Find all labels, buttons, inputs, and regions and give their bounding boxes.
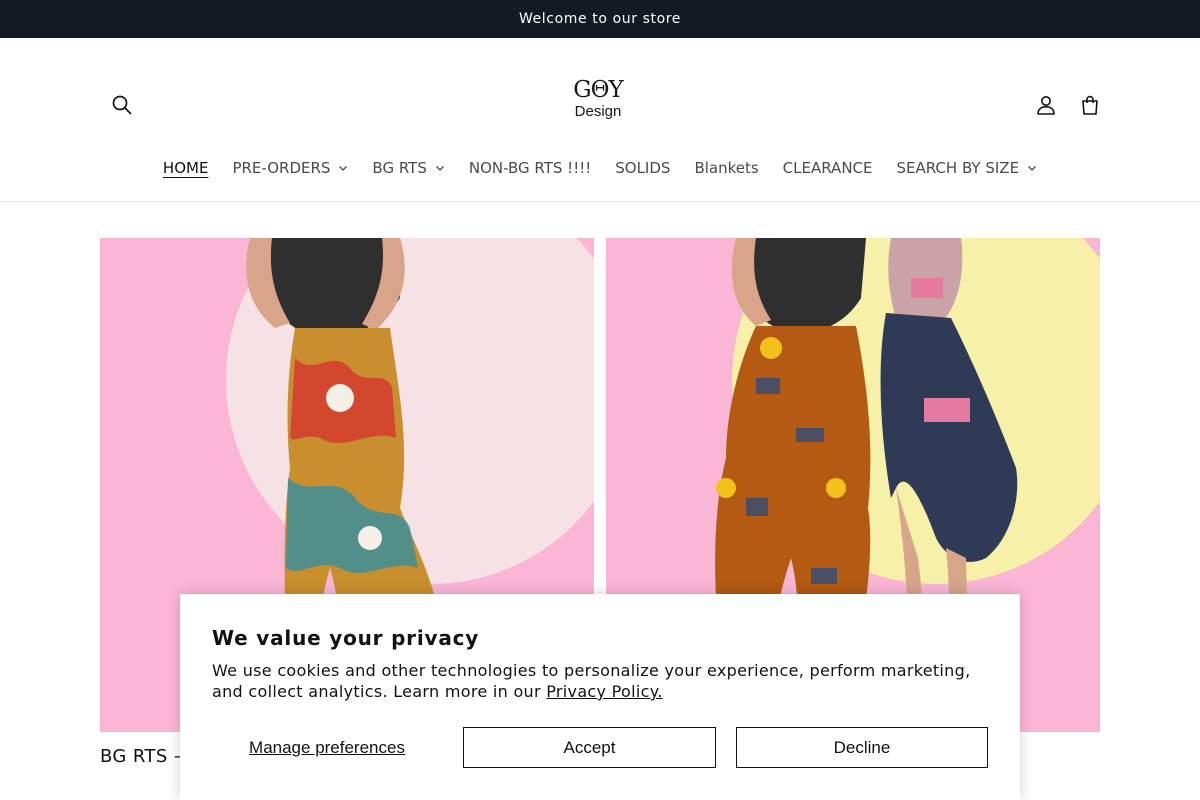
- nav-item-label: SEARCH BY SIZE: [896, 159, 1020, 177]
- account-button[interactable]: [1026, 85, 1066, 125]
- chevron-down-icon: [1028, 166, 1037, 171]
- nav-item-clearance[interactable]: CLEARANCE: [771, 159, 885, 177]
- cart-button[interactable]: [1070, 85, 1110, 125]
- cookie-consent-banner: We value your privacy We use cookies and…: [180, 594, 1020, 800]
- logo-subtitle: Design: [574, 103, 622, 120]
- bag-icon: [1082, 95, 1098, 115]
- nav-item-solids[interactable]: SOLIDS: [603, 159, 682, 177]
- nav-item-pre-orders[interactable]: PRE-ORDERS: [220, 159, 360, 177]
- nav-item-non-bg-rts[interactable]: NON-BG RTS !!!!: [457, 159, 603, 177]
- chevron-down-icon: [339, 166, 348, 171]
- announcement-text: Welcome to our store: [518, 11, 682, 27]
- logo-mark: GΘY: [573, 77, 623, 103]
- search-button[interactable]: [102, 85, 142, 125]
- store-logo[interactable]: GΘY Design: [556, 78, 640, 134]
- consent-title: We value your privacy: [212, 626, 480, 650]
- nav-item-label: NON-BG RTS !!!!: [468, 159, 592, 177]
- nav-item-label: SOLIDS: [615, 159, 671, 177]
- user-icon: [1037, 96, 1055, 115]
- decline-button[interactable]: Decline: [736, 727, 988, 768]
- chevron-down-icon: [435, 166, 444, 171]
- nav-item-blankets[interactable]: Blankets: [682, 159, 770, 177]
- accept-button[interactable]: Accept: [463, 727, 716, 768]
- site-header: GΘY Design HOME PRE-ORDERS BG RTS NON-BG…: [0, 38, 1200, 202]
- nav-item-label: PRE-ORDERS: [232, 159, 331, 177]
- nav-item-search-by-size[interactable]: SEARCH BY SIZE: [885, 159, 1050, 177]
- nav-item-label: Blankets: [694, 159, 759, 177]
- consent-text: We use cookies and other technologies to…: [212, 660, 992, 702]
- nav-item-label: CLEARANCE: [782, 159, 873, 177]
- search-icon: [112, 95, 132, 115]
- nav-item-label: HOME: [162, 159, 209, 177]
- nav-item-bg-rts[interactable]: BG RTS: [360, 159, 456, 177]
- privacy-policy-link[interactable]: Privacy Policy.: [546, 682, 662, 701]
- nav-item-home[interactable]: HOME: [151, 159, 221, 177]
- announcement-bar: Welcome to our store: [0, 0, 1200, 38]
- main-nav: HOME PRE-ORDERS BG RTS NON-BG RTS !!!! S…: [0, 152, 1200, 184]
- collection-card-title[interactable]: BG RTS –: [100, 746, 183, 767]
- manage-preferences-button[interactable]: Manage preferences: [212, 727, 442, 768]
- nav-item-label: BG RTS: [372, 159, 427, 177]
